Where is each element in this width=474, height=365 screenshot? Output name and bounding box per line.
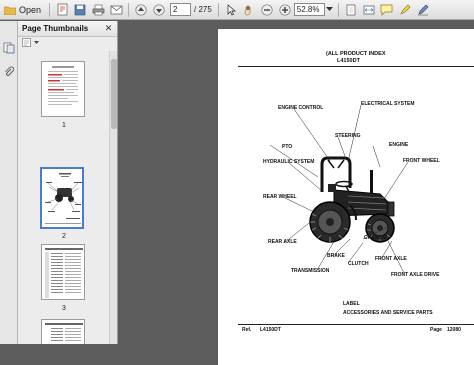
chevron-down-icon[interactable]	[34, 40, 39, 45]
create-pdf-button[interactable]	[54, 2, 70, 18]
footer-page-label: Page	[430, 327, 442, 333]
hand-icon	[244, 5, 251, 15]
thumbnail-scrollbar[interactable]	[109, 51, 117, 344]
thumbnail-2-content	[45, 173, 82, 224]
comment-icon	[380, 4, 393, 16]
open-button[interactable]: Open	[1, 2, 45, 18]
previous-page-button[interactable]	[133, 2, 149, 18]
cursor-icon	[227, 3, 236, 15]
thumbnail-4-content	[45, 323, 83, 341]
toolbar-divider	[49, 2, 50, 17]
navigation-rail	[0, 21, 18, 344]
thumbnail-options-icon[interactable]	[22, 38, 31, 47]
page-total: / 275	[194, 5, 212, 14]
close-icon: ✕	[104, 23, 113, 33]
page-thumbnails-nav-button[interactable]	[3, 41, 15, 54]
page-thumbnail-3[interactable]	[41, 244, 85, 300]
label-front-axle: FRONT AXLE	[375, 256, 407, 262]
scrollbar-thumb[interactable]	[111, 59, 117, 129]
document-page: (ALL PRODUCT INDEX L4150DT ENGINE CONTRO…	[218, 29, 474, 365]
zoom-in-button[interactable]	[277, 2, 293, 18]
paperclip-icon	[5, 66, 15, 76]
label-rear-wheel: REAR WHEEL	[263, 194, 297, 200]
zoom-level-input[interactable]: 52.8%	[293, 3, 325, 16]
sign-button[interactable]	[415, 2, 431, 18]
label-steering: STEERING	[335, 133, 361, 139]
footer-rule	[238, 324, 474, 325]
folder-icon	[4, 6, 16, 15]
save-button[interactable]	[72, 2, 88, 18]
toolbar-divider	[128, 2, 129, 17]
toolbar-divider	[337, 2, 339, 17]
label-hydraulic-system: HYDRAULIC SYSTEM	[263, 159, 315, 165]
toolbar-divider	[217, 2, 219, 17]
zoom-out-button[interactable]	[259, 2, 275, 18]
attachments-nav-button[interactable]	[3, 65, 15, 77]
pages-icon	[3, 42, 15, 54]
label-chassis: CHASSIS	[364, 235, 387, 241]
footer-ref-label: Ref.	[242, 327, 252, 333]
label-electrical-system: ELECTRICAL SYSTEM	[361, 101, 415, 107]
panel-tools	[18, 37, 117, 48]
page-thumbnail-2[interactable]	[40, 167, 84, 229]
thumbnail-3-content	[45, 248, 83, 298]
document-viewport[interactable]: (ALL PRODUCT INDEX L4150DT ENGINE CONTRO…	[118, 21, 474, 365]
label-rear-axle: REAR AXLE	[268, 239, 297, 245]
open-label: Open	[19, 4, 42, 15]
fit-width-icon	[363, 5, 375, 14]
arrow-up-icon	[135, 3, 147, 16]
select-tool-button[interactable]	[223, 2, 239, 18]
panel-title: Page Thumbnails	[22, 24, 89, 33]
save-icon	[74, 4, 86, 15]
zoom-dropdown-button[interactable]	[326, 2, 334, 18]
fit-page-button[interactable]	[343, 2, 359, 18]
label-front-axle-drive: FRONT AXLE DRIVE	[391, 272, 440, 278]
page-thumbnail-1[interactable]	[41, 61, 85, 117]
page-thumbnail-4[interactable]	[41, 319, 85, 344]
thumbnail-list: 1 2 3	[18, 51, 110, 344]
envelope-icon	[110, 5, 122, 14]
email-button[interactable]	[108, 2, 124, 18]
print-button[interactable]	[90, 2, 106, 18]
create-pdf-icon	[57, 3, 67, 16]
highlighter-icon	[400, 4, 411, 15]
label-transmission: TRANSMISSION	[291, 268, 330, 274]
thumbnail-1-content	[48, 66, 78, 105]
highlight-button[interactable]	[397, 2, 413, 18]
label-clutch: CLUTCH	[348, 261, 369, 267]
page-number-input[interactable]: 2	[170, 3, 191, 16]
main-toolbar: Open 2 / 275 52.8%	[0, 0, 474, 20]
label-front-wheel: FRONT WHEEL	[403, 158, 440, 164]
footer-ref-model: L4150DT	[260, 327, 281, 333]
label-brake: BRAKE	[327, 253, 345, 259]
label-label: LABEL	[343, 301, 360, 307]
label-engine-control: ENGINE CONTROL	[278, 105, 324, 111]
close-panel-button[interactable]: ✕	[103, 23, 114, 34]
thumbnail-label-2: 2	[62, 233, 66, 240]
thumbnail-label-1: 1	[62, 122, 66, 129]
comment-button[interactable]	[379, 2, 395, 18]
arrow-down-icon	[153, 3, 165, 16]
fit-page-icon	[346, 4, 356, 15]
label-pto: PTO	[282, 144, 293, 150]
zoom-out-icon	[261, 3, 273, 16]
printer-icon	[92, 4, 104, 15]
label-accessories: ACCESSORIES AND SERVICE PARTS	[343, 310, 433, 316]
next-page-button[interactable]	[151, 2, 167, 18]
chevron-down-icon	[326, 7, 334, 11]
pen-icon	[417, 4, 429, 15]
footer-page-number: 12080	[447, 327, 461, 333]
zoom-in-icon	[279, 3, 291, 16]
thumbnail-label-3: 3	[62, 305, 66, 312]
page-thumbnails-panel: Page Thumbnails ✕ 1 2 3	[18, 21, 118, 344]
hand-tool-button[interactable]	[241, 2, 257, 18]
label-engine: ENGINE	[389, 142, 409, 148]
fit-width-button[interactable]	[361, 2, 377, 18]
